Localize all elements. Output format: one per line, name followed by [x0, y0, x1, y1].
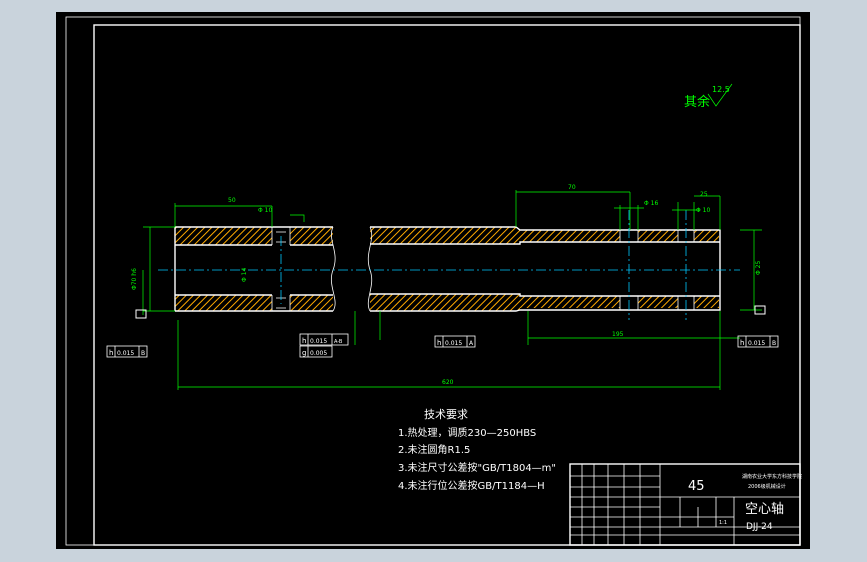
- hatch-region: [520, 296, 620, 308]
- dim-total-length: 620: [442, 379, 454, 386]
- roughness-value: 12.5: [712, 85, 730, 94]
- tolerance-frame-left: h 0.015 B: [106, 345, 148, 358]
- hatch-region: [520, 230, 620, 242]
- svg-text:0.015: 0.015: [310, 338, 327, 345]
- material: 45: [688, 479, 705, 494]
- dim-length-195: 195: [612, 331, 624, 338]
- svg-text:A: A: [469, 340, 474, 347]
- hatch-region: [290, 227, 333, 245]
- roughness-label: 其余: [684, 94, 710, 110]
- technical-notes: 技术要求 1.热处理，调质230—250HBS 2.未注圆角R1.5 3.未注尺…: [398, 408, 556, 492]
- hatch-region: [370, 294, 520, 311]
- svg-text:h: h: [109, 349, 113, 357]
- drawing-number: DJJ-24: [746, 522, 773, 532]
- shaft-left-part: [174, 226, 336, 312]
- shaft-right-part: [367, 226, 721, 312]
- tolerance-frame-mid-a: h 0.015 A-B: [299, 333, 349, 346]
- svg-text:A-B: A-B: [334, 339, 343, 345]
- tolerance-frame-mid-c: h 0.015 A: [434, 335, 476, 348]
- note-item: 2.未注圆角R1.5: [398, 443, 470, 456]
- dim-right-small: 25: [700, 191, 708, 198]
- hatch-region: [175, 295, 272, 311]
- notes-title: 技术要求: [424, 408, 468, 421]
- svg-text:g: g: [302, 349, 306, 357]
- title-block: 45 湖南农业大学东方科技学院 2006级机械设计 空心轴 DJJ-24 1:1: [569, 463, 802, 546]
- part-name: 空心轴: [745, 502, 784, 517]
- hatch-region: [290, 295, 333, 311]
- dim-right-groove-dia1: Φ 16: [644, 200, 658, 207]
- hatch-region: [638, 296, 678, 308]
- svg-text:0.015: 0.015: [117, 350, 134, 357]
- dim-left-groove-dia: Φ 10: [258, 207, 272, 214]
- dim-left-dia: Φ70 h6: [131, 268, 138, 290]
- svg-text:0.015: 0.015: [445, 340, 462, 347]
- dim-left-length: 50: [228, 197, 236, 204]
- roughness-mark: 其余 12.5: [684, 83, 733, 110]
- note-item: 3.未注尺寸公差按"GB/T1804—m": [398, 461, 556, 474]
- hatch-region: [370, 227, 520, 244]
- tolerance-frame-mid-b: g 0.005: [299, 345, 333, 358]
- note-item: 4.未注行位公差按GB/T1184—H: [398, 479, 545, 492]
- dim-right-dia: Φ 25: [755, 261, 762, 275]
- svg-text:B: B: [141, 350, 145, 357]
- tolerance-frame-right: h 0.015 B: [737, 335, 779, 348]
- svg-text:B: B: [772, 340, 776, 347]
- svg-text:h: h: [302, 337, 306, 345]
- dim-mid-length: 70: [568, 184, 576, 191]
- note-item: 1.热处理，调质230—250HBS: [398, 426, 536, 439]
- svg-text:h: h: [437, 339, 441, 347]
- dim-bore-dia: Φ 14: [241, 268, 248, 282]
- class-name: 2006级机械设计: [748, 483, 786, 490]
- dim-right-groove-dia2: Φ 10: [696, 207, 710, 214]
- svg-text:h: h: [740, 339, 744, 347]
- hatch-region: [175, 227, 272, 245]
- dimension-lines: 50 Φ 10 70 Φ 16 25 Φ 10 195 620 Φ 25 Φ70…: [131, 184, 766, 390]
- hatch-region: [694, 230, 719, 242]
- svg-text:0.005: 0.005: [310, 350, 327, 357]
- hatch-region: [694, 296, 719, 308]
- hatch-region: [638, 230, 678, 242]
- cad-drawing: 其余 12.5 50 Φ 10 70 Φ 16 25 Φ 10 195 620 …: [65, 16, 802, 546]
- svg-text:0.015: 0.015: [748, 340, 765, 347]
- scale: 1:1: [719, 520, 727, 526]
- school-name: 湖南农业大学东方科技学院: [742, 473, 802, 480]
